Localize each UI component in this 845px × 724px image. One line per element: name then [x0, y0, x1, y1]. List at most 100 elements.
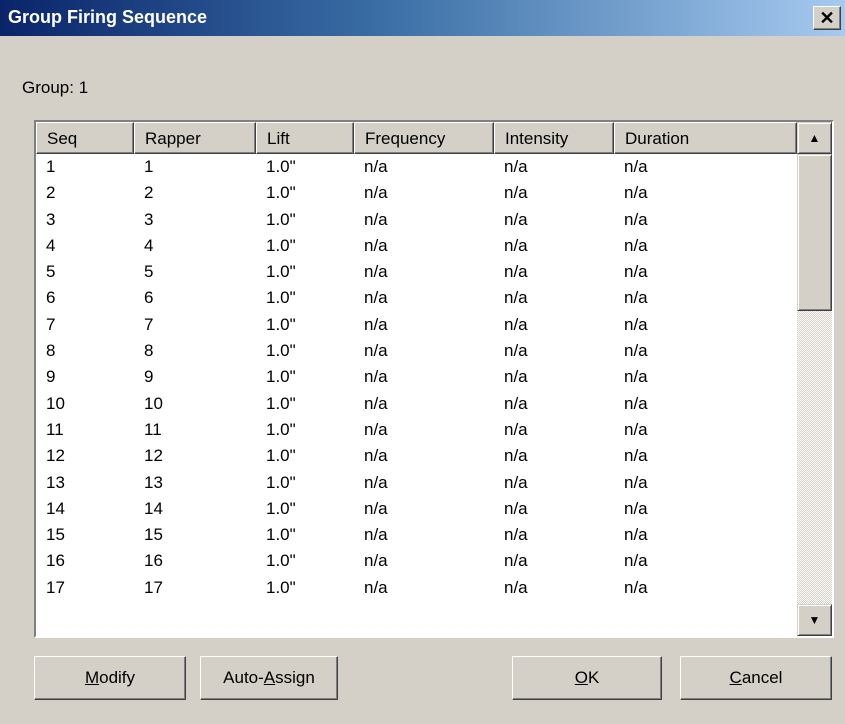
cell-intensity: n/a: [504, 262, 528, 282]
close-button[interactable]: ✕: [813, 6, 841, 30]
list-row[interactable]: 12 12 1.0" n/a n/a n/a: [36, 443, 797, 469]
cell-duration: n/a: [624, 551, 648, 571]
scroll-up-button[interactable]: ▲: [797, 122, 832, 154]
cell-intensity: n/a: [504, 367, 528, 387]
column-header-lift[interactable]: Lift: [256, 122, 354, 154]
cell-duration: n/a: [624, 498, 648, 518]
cell-seq: 1: [46, 157, 56, 176]
list-row[interactable]: 17 17 1.0" n/a n/a n/a: [36, 575, 797, 601]
cell-frequency: n/a: [364, 525, 388, 545]
cell-duration: n/a: [624, 393, 648, 413]
list-row[interactable]: 7 7 1.0" n/a n/a n/a: [36, 312, 797, 338]
cell-lift: 1.0": [266, 551, 296, 571]
cell-seq: 12: [46, 446, 65, 466]
column-header-frequency[interactable]: Frequency: [354, 122, 494, 154]
cell-seq: 2: [46, 183, 56, 203]
list-rows: 1 1 1.0" n/a n/a n/a 2 2 1.0" n/a n/a n/a 3 3 1.0" n/a n…: [36, 154, 797, 601]
column-header-intensity[interactable]: Intensity: [494, 122, 614, 154]
cell-rapper: 15: [144, 525, 163, 545]
cell-lift: 1.0": [266, 209, 296, 229]
cell-seq: 17: [46, 577, 65, 597]
cell-seq: 3: [46, 209, 56, 229]
cell-frequency: n/a: [364, 288, 388, 308]
column-header-duration[interactable]: Duration: [614, 122, 797, 154]
cell-frequency: n/a: [364, 341, 388, 361]
cell-lift: 1.0": [266, 393, 296, 413]
list-row[interactable]: 16 16 1.0" n/a n/a n/a: [36, 548, 797, 574]
list-content: Seq Rapper Lift Frequency Intensity Dura…: [36, 122, 797, 636]
list-row[interactable]: 9 9 1.0" n/a n/a n/a: [36, 364, 797, 390]
cell-seq: 5: [46, 262, 56, 282]
list-row[interactable]: 13 13 1.0" n/a n/a n/a: [36, 470, 797, 496]
cell-rapper: 17: [144, 577, 163, 597]
cell-rapper: 6: [144, 288, 154, 308]
cell-intensity: n/a: [504, 472, 528, 492]
cell-seq: 16: [46, 551, 65, 571]
cell-rapper: 16: [144, 551, 163, 571]
cell-frequency: n/a: [364, 314, 388, 334]
cell-intensity: n/a: [504, 157, 528, 176]
list-row[interactable]: 1 1 1.0" n/a n/a n/a: [36, 154, 797, 180]
cell-rapper: 3: [144, 209, 154, 229]
cell-lift: 1.0": [266, 314, 296, 334]
cell-lift: 1.0": [266, 446, 296, 466]
list-row[interactable]: 14 14 1.0" n/a n/a n/a: [36, 496, 797, 522]
scroll-thumb[interactable]: [797, 154, 832, 311]
cell-lift: 1.0": [266, 577, 296, 597]
list-row[interactable]: 10 10 1.0" n/a n/a n/a: [36, 391, 797, 417]
list-row[interactable]: 8 8 1.0" n/a n/a n/a: [36, 338, 797, 364]
group-label: Group: 1: [22, 78, 89, 97]
cell-rapper: 11: [144, 419, 162, 439]
cell-intensity: n/a: [504, 446, 528, 466]
list-row[interactable]: 4 4 1.0" n/a n/a n/a: [36, 233, 797, 259]
cell-lift: 1.0": [266, 525, 296, 545]
cell-lift: 1.0": [266, 498, 296, 518]
title-bar[interactable]: Group Firing Sequence ✕: [0, 0, 845, 36]
cell-rapper: 1: [144, 157, 154, 176]
cell-intensity: n/a: [504, 551, 528, 571]
column-header-seq[interactable]: Seq: [36, 122, 134, 154]
column-header-rapper[interactable]: Rapper: [134, 122, 256, 154]
cell-rapper: 13: [144, 472, 163, 492]
list-row[interactable]: 6 6 1.0" n/a n/a n/a: [36, 285, 797, 311]
list-row[interactable]: 15 15 1.0" n/a n/a n/a: [36, 522, 797, 548]
cell-frequency: n/a: [364, 498, 388, 518]
cell-frequency: n/a: [364, 446, 388, 466]
list-row[interactable]: 3 3 1.0" n/a n/a n/a: [36, 207, 797, 233]
cell-duration: n/a: [624, 288, 648, 308]
cell-frequency: n/a: [364, 577, 388, 597]
cell-lift: 1.0": [266, 367, 296, 387]
cell-lift: 1.0": [266, 341, 296, 361]
modify-label: Modify: [84, 668, 136, 687]
cell-frequency: n/a: [364, 367, 388, 387]
cell-seq: 7: [46, 314, 56, 334]
cell-intensity: n/a: [504, 525, 528, 545]
arrow-down-icon: ▼: [808, 613, 821, 627]
sequence-list[interactable]: Seq Rapper Lift Frequency Intensity Dura…: [34, 120, 834, 638]
ok-button[interactable]: OK: [512, 656, 662, 700]
vertical-scrollbar[interactable]: ▲ ▼: [797, 122, 832, 636]
cancel-button[interactable]: Cancel: [680, 656, 832, 700]
scroll-down-button[interactable]: ▼: [797, 604, 832, 636]
cell-frequency: n/a: [364, 551, 388, 571]
cell-intensity: n/a: [504, 314, 528, 334]
list-row[interactable]: 5 5 1.0" n/a n/a n/a: [36, 259, 797, 285]
list-row[interactable]: 11 11 1.0" n/a n/a n/a: [36, 417, 797, 443]
cell-duration: n/a: [624, 446, 648, 466]
cell-frequency: n/a: [364, 262, 388, 282]
cell-intensity: n/a: [504, 288, 528, 308]
modify-button[interactable]: Modify: [34, 656, 186, 700]
cell-rapper: 8: [144, 341, 154, 361]
close-icon: ✕: [819, 8, 835, 28]
cell-frequency: n/a: [364, 157, 388, 176]
auto-assign-button[interactable]: Auto-Assign: [200, 656, 338, 700]
cancel-label: Cancel: [729, 668, 783, 687]
cell-lift: 1.0": [266, 183, 296, 203]
list-row[interactable]: 2 2 1.0" n/a n/a n/a: [36, 180, 797, 206]
cell-intensity: n/a: [504, 419, 528, 439]
cell-lift: 1.0": [266, 288, 296, 308]
cell-frequency: n/a: [364, 393, 388, 413]
cell-rapper: 7: [144, 314, 154, 334]
auto-assign-label: Auto-Assign: [223, 668, 315, 687]
cell-frequency: n/a: [364, 419, 388, 439]
